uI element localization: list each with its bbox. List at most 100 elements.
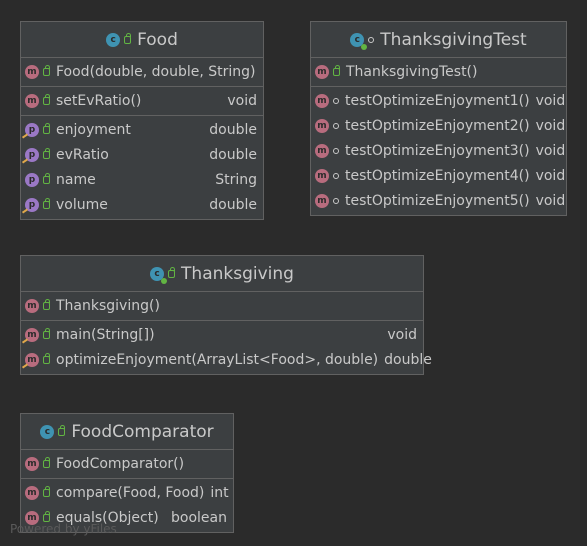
member-type: void: [535, 192, 566, 209]
static-icon: [21, 362, 29, 369]
method-icon: m: [315, 93, 329, 108]
lock-icon: [124, 32, 132, 44]
member-row[interactable]: p name String: [21, 167, 263, 192]
lock-icon: [43, 510, 50, 522]
member-row[interactable]: m testOptimizeEnjoyment3() void: [311, 138, 566, 163]
member-row[interactable]: m testOptimizeEnjoyment1() void: [311, 88, 566, 113]
member-row[interactable]: m testOptimizeEnjoyment5() void: [311, 188, 566, 213]
lock-icon: [43, 122, 50, 134]
read-write-icon: [21, 207, 29, 214]
member-type: void: [227, 92, 257, 109]
lock-icon: [43, 298, 50, 310]
class-name: Food: [137, 29, 178, 50]
member-row[interactable]: p evRatio double: [21, 142, 263, 167]
member-row[interactable]: p volume double: [21, 192, 263, 217]
lock-icon: [333, 64, 340, 76]
method-icon: m: [315, 118, 329, 133]
class-icon: c: [350, 32, 368, 50]
class-box-thanksgiving-test[interactable]: c ThanksgivingTest m ThanksgivingTest() …: [310, 21, 567, 216]
lock-icon: [43, 147, 50, 159]
member-type: void: [535, 92, 566, 109]
member-row[interactable]: m optimizeEnjoyment(ArrayList<Food>, dou…: [21, 347, 432, 372]
lock-icon: [43, 485, 50, 497]
member-row[interactable]: m testOptimizeEnjoyment2() void: [311, 113, 566, 138]
methods-section: m main(String[]) void m optimizeEnjoymen…: [21, 321, 432, 374]
field-icon: p: [21, 197, 39, 214]
lock-icon: [43, 172, 50, 184]
field-icon: p: [21, 122, 39, 139]
watermark: Powered by yFiles: [10, 522, 117, 536]
class-header: c Food: [21, 22, 263, 58]
member-type: double: [384, 351, 432, 368]
class-name: FoodComparator: [71, 421, 214, 442]
member-type: void: [535, 117, 566, 134]
package-private-icon: [333, 147, 339, 154]
lock-icon: [43, 352, 50, 364]
member-type: int: [210, 484, 229, 501]
member-row[interactable]: m setEvRatio() void: [21, 88, 263, 113]
method-icon: m: [315, 193, 329, 208]
member-name: testOptimizeEnjoyment1(): [345, 92, 530, 109]
member-name: testOptimizeEnjoyment2(): [345, 117, 530, 134]
method-icon: m: [315, 64, 329, 79]
member-row[interactable]: m Food(double, double, String): [21, 59, 263, 84]
method-icon: m: [315, 143, 329, 158]
method-icon: m: [21, 327, 39, 344]
class-icon: c: [106, 32, 121, 47]
test-runnable-icon: [361, 43, 368, 50]
member-name: evRatio: [56, 146, 109, 163]
package-private-icon: [333, 122, 339, 129]
constructors-section: m ThanksgivingTest(): [311, 58, 566, 87]
member-row[interactable]: m testOptimizeEnjoyment4() void: [311, 163, 566, 188]
class-box-food-comparator[interactable]: c FoodComparator m FoodComparator() m co…: [20, 413, 234, 533]
member-name: compare(Food, Food): [56, 484, 205, 501]
member-row[interactable]: m FoodComparator(): [21, 451, 233, 476]
member-name: optimizeEnjoyment(ArrayList<Food>, doubl…: [56, 351, 379, 368]
method-icon: m: [25, 485, 39, 500]
method-icon: m: [25, 298, 39, 313]
lock-icon: [43, 93, 50, 105]
lock-icon: [168, 266, 176, 278]
package-private-icon: [333, 197, 339, 204]
class-icon: c: [40, 424, 55, 439]
member-row[interactable]: m ThanksgivingTest(): [311, 59, 566, 84]
member-name: volume: [56, 196, 108, 213]
member-name: ThanksgivingTest(): [346, 63, 478, 80]
member-name: FoodComparator(): [56, 455, 185, 472]
class-header: c FoodComparator: [21, 414, 233, 450]
class-name: Thanksgiving: [181, 263, 294, 284]
runnable-icon: [161, 277, 168, 284]
class-box-thanksgiving[interactable]: c Thanksgiving m Thanksgiving() m main(S…: [20, 255, 432, 375]
constructors-section: m FoodComparator(): [21, 450, 233, 479]
class-header: c Thanksgiving: [21, 256, 423, 292]
member-name: testOptimizeEnjoyment5(): [345, 192, 530, 209]
read-write-icon: [21, 132, 29, 139]
methods-section: m testOptimizeEnjoyment1() void m testOp…: [311, 87, 566, 215]
member-name: main(String[]): [56, 326, 155, 343]
member-row[interactable]: m main(String[]) void: [21, 322, 423, 347]
method-icon: m: [25, 93, 39, 108]
method-icon: m: [25, 456, 39, 471]
lock-icon: [43, 64, 50, 76]
fields-section: p enjoyment double p evRatio double p na…: [21, 116, 263, 219]
read-write-icon: [21, 157, 29, 164]
member-type: boolean: [171, 509, 227, 526]
member-type: double: [209, 196, 257, 213]
package-private-icon: [333, 97, 339, 104]
field-icon: p: [25, 172, 39, 187]
constructors-section: m Food(double, double, String): [21, 58, 263, 87]
lock-icon: [58, 424, 66, 436]
member-row[interactable]: m compare(Food, Food) int: [21, 480, 233, 505]
class-icon: c: [150, 266, 168, 284]
class-header: c ThanksgivingTest: [311, 22, 566, 58]
method-icon: m: [25, 64, 39, 79]
member-name: testOptimizeEnjoyment4(): [345, 167, 530, 184]
member-row[interactable]: m Thanksgiving(): [21, 293, 423, 318]
lock-icon: [43, 327, 50, 339]
class-box-food[interactable]: c Food m Food(double, double, String) m …: [20, 21, 264, 220]
methods-section: m setEvRatio() void: [21, 87, 263, 116]
constructors-section: m Thanksgiving(): [21, 292, 423, 321]
member-row[interactable]: p enjoyment double: [21, 117, 263, 142]
member-type: double: [209, 121, 257, 138]
field-icon: p: [21, 147, 39, 164]
